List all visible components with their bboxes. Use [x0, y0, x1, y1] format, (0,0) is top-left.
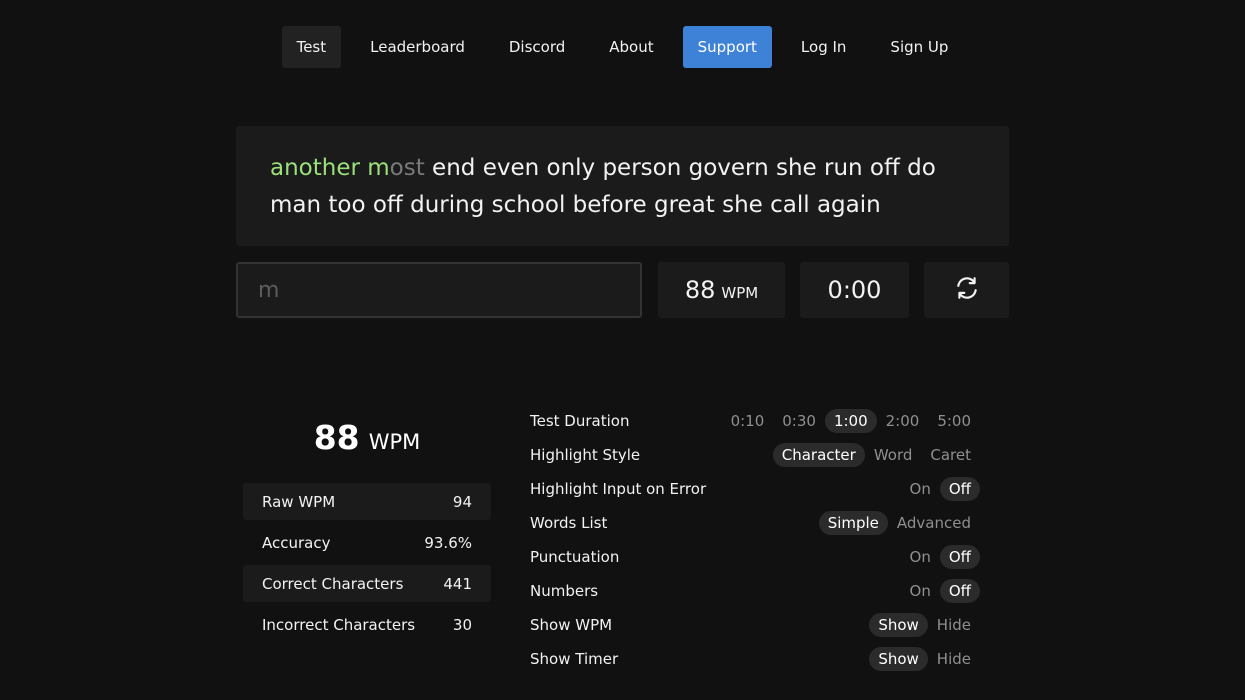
- typing-input[interactable]: [236, 262, 642, 318]
- nav-sign-up-button[interactable]: Sign Up: [875, 26, 963, 68]
- setting-label: Punctuation: [530, 548, 620, 566]
- option-off-button[interactable]: Off: [939, 579, 980, 603]
- option-word-button[interactable]: Word: [865, 443, 922, 467]
- stat-label: Correct Characters: [262, 574, 404, 593]
- nav-test-button[interactable]: Test: [281, 26, 342, 68]
- setting-options: Simple Advanced: [818, 511, 980, 535]
- setting-options: Show Hide: [869, 647, 980, 671]
- stat-value: 30: [452, 615, 472, 634]
- option-on-button[interactable]: On: [901, 545, 940, 569]
- option-5-00-button[interactable]: 5:00: [928, 409, 980, 433]
- option-show-button[interactable]: Show: [869, 647, 928, 671]
- setting-punctuation: Punctuation On Off: [530, 540, 980, 574]
- result-wpm: 88 WPM: [243, 418, 491, 457]
- setting-test-duration: Test Duration 0:10 0:30 1:00 2:00 5:00: [530, 404, 980, 438]
- option-0-10-button[interactable]: 0:10: [722, 409, 774, 433]
- setting-options: Character Word Caret: [772, 443, 980, 467]
- setting-label: Show Timer: [530, 650, 619, 668]
- option-advanced-button[interactable]: Advanced: [888, 511, 980, 535]
- refresh-icon: [954, 275, 980, 305]
- reset-button[interactable]: [924, 262, 1009, 318]
- option-caret-button[interactable]: Caret: [921, 443, 980, 467]
- nav-about-button[interactable]: About: [594, 26, 668, 68]
- option-off-button[interactable]: Off: [939, 477, 980, 501]
- option-on-button[interactable]: On: [901, 579, 940, 603]
- option-hide-button[interactable]: Hide: [928, 613, 980, 637]
- option-simple-button[interactable]: Simple: [818, 511, 888, 535]
- stat-label: Accuracy: [262, 533, 331, 552]
- stat-label: Incorrect Characters: [262, 615, 416, 634]
- typed-correct-text: another m: [270, 155, 390, 181]
- stat-row-incorrect-characters: Incorrect Characters 30: [243, 606, 491, 643]
- nav-log-in-button[interactable]: Log In: [786, 26, 862, 68]
- nav-discord-button[interactable]: Discord: [494, 26, 580, 68]
- option-2-00-button[interactable]: 2:00: [877, 409, 929, 433]
- current-word-remaining: ost: [389, 155, 425, 181]
- live-wpm-unit: WPM: [721, 283, 759, 302]
- setting-highlight-input-on-error: Highlight Input on Error On Off: [530, 472, 980, 506]
- settings-panel: Test Duration 0:10 0:30 1:00 2:00 5:00 Highlig…: [530, 404, 980, 676]
- setting-options: 0:10 0:30 1:00 2:00 5:00: [722, 409, 980, 433]
- setting-label: Highlight Style: [530, 446, 641, 464]
- setting-label: Highlight Input on Error: [530, 480, 707, 498]
- stat-value: 94: [452, 492, 472, 511]
- setting-options: On Off: [901, 579, 980, 603]
- setting-label: Words List: [530, 514, 608, 532]
- words-display: another most end even only person govern…: [236, 126, 1009, 246]
- option-on-button[interactable]: On: [901, 477, 940, 501]
- option-character-button[interactable]: Character: [772, 443, 865, 467]
- results-stats: Raw WPM 94 Accuracy 93.6% Correct Characters…: [243, 483, 491, 647]
- setting-options: On Off: [901, 545, 980, 569]
- setting-words-list: Words List Simple Advanced: [530, 506, 980, 540]
- option-off-button[interactable]: Off: [939, 545, 980, 569]
- stat-label: Raw WPM: [262, 492, 336, 511]
- option-show-button[interactable]: Show: [869, 613, 928, 637]
- setting-show-wpm: Show WPM Show Hide: [530, 608, 980, 642]
- result-wpm-unit: WPM: [368, 430, 421, 454]
- setting-options: On Off: [901, 477, 980, 501]
- option-hide-button[interactable]: Hide: [928, 647, 980, 671]
- setting-options: Show Hide: [869, 613, 980, 637]
- stat-value: 441: [443, 574, 472, 593]
- stat-row-correct-characters: Correct Characters 441: [243, 565, 491, 602]
- nav-leaderboard-button[interactable]: Leaderboard: [355, 26, 480, 68]
- stat-value: 93.6%: [424, 533, 472, 552]
- setting-highlight-style: Highlight Style Character Word Caret: [530, 438, 980, 472]
- result-wpm-value: 88: [313, 418, 360, 457]
- setting-label: Numbers: [530, 582, 599, 600]
- timer-display: 0:00: [800, 262, 909, 318]
- top-nav: Test Leaderboard Discord About Support Log In…: [0, 26, 1245, 68]
- option-0-30-button[interactable]: 0:30: [773, 409, 825, 433]
- stat-row-accuracy: Accuracy 93.6%: [243, 524, 491, 561]
- setting-label: Show WPM: [530, 616, 613, 634]
- live-wpm-value: 88: [684, 276, 716, 304]
- timer-value: 0:00: [827, 276, 882, 304]
- setting-label: Test Duration: [530, 412, 630, 430]
- live-wpm-display: 88 WPM: [658, 262, 785, 318]
- option-1-00-button[interactable]: 1:00: [824, 409, 877, 433]
- nav-support-button[interactable]: Support: [682, 26, 772, 68]
- setting-show-timer: Show Timer Show Hide: [530, 642, 980, 676]
- setting-numbers: Numbers On Off: [530, 574, 980, 608]
- stat-row-raw-wpm: Raw WPM 94: [243, 483, 491, 520]
